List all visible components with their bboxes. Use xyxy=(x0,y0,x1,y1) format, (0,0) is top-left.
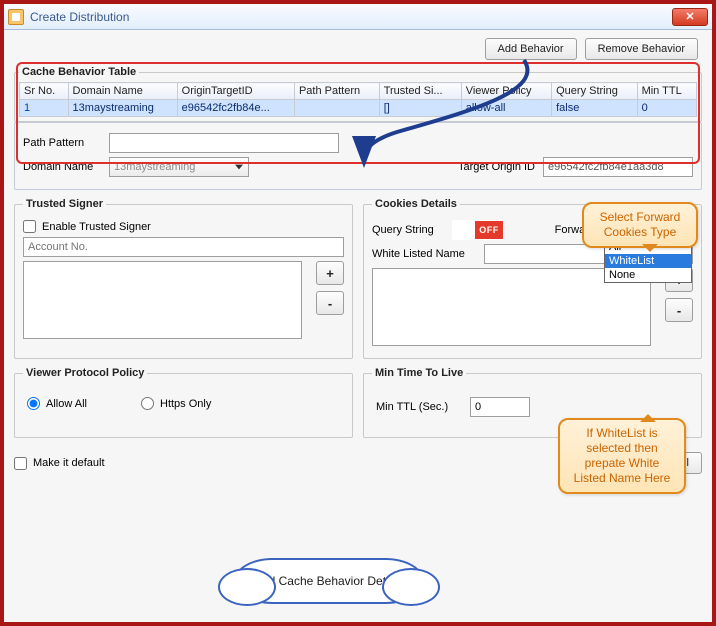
make-default-label: Make it default xyxy=(33,457,105,469)
domain-name-value: 13maystreaming xyxy=(114,161,195,173)
white-listed-remove-button[interactable]: - xyxy=(665,298,693,322)
viewer-protocol-policy-legend: Viewer Protocol Policy xyxy=(23,367,147,379)
col-viewer[interactable]: Viewer Policy xyxy=(461,83,551,100)
https-only-radio[interactable]: Https Only xyxy=(141,397,219,410)
path-domain-group: Path Pattern Domain Name 13maystreaming … xyxy=(14,122,702,190)
https-only-radio-input[interactable] xyxy=(141,397,154,410)
col-path[interactable]: Path Pattern xyxy=(294,83,379,100)
cell-query: false xyxy=(552,100,637,117)
col-srno[interactable]: Sr No. xyxy=(20,83,69,100)
cell-origin: e96542fc2fb84e... xyxy=(177,100,294,117)
allow-all-label: Allow All xyxy=(46,398,87,410)
account-no-input xyxy=(23,237,344,257)
query-string-toggle[interactable]: OFF xyxy=(452,220,504,240)
domain-name-label: Domain Name xyxy=(23,161,101,173)
make-default-checkbox[interactable]: Make it default xyxy=(14,457,105,470)
remove-behavior-button[interactable]: Remove Behavior xyxy=(585,38,698,60)
chevron-down-icon xyxy=(232,160,246,174)
col-domain[interactable]: Domain Name xyxy=(68,83,177,100)
col-minttl[interactable]: Min TTL xyxy=(637,83,696,100)
col-origin[interactable]: OriginTargetID xyxy=(177,83,294,100)
cache-behavior-table-legend: Cache Behavior Table xyxy=(19,66,139,78)
table-row[interactable]: 1 13maystreaming e96542fc2fb84e... [] al… xyxy=(20,100,697,117)
trusted-signer-remove-button[interactable]: - xyxy=(316,291,344,315)
add-behavior-button[interactable]: Add Behavior xyxy=(485,38,577,60)
title-bar: Create Distribution ✕ xyxy=(4,4,712,30)
enable-trusted-signer-label: Enable Trusted Signer xyxy=(42,221,151,233)
col-query[interactable]: Query String xyxy=(552,83,637,100)
window-title: Create Distribution xyxy=(30,10,129,24)
cell-trusted: [] xyxy=(379,100,461,117)
forward-option-none[interactable]: None xyxy=(605,268,691,282)
toggle-off-knob: OFF xyxy=(475,221,503,239)
app-icon xyxy=(8,9,24,25)
make-default-input[interactable] xyxy=(14,457,27,470)
enable-trusted-signer-checkbox[interactable]: Enable Trusted Signer xyxy=(23,220,151,233)
white-listed-name-label: White Listed Name xyxy=(372,248,476,260)
target-origin-label: Target Origin ID xyxy=(458,161,535,173)
trusted-signer-group: Trusted Signer Enable Trusted Signer + - xyxy=(14,198,353,359)
enable-trusted-signer-input[interactable] xyxy=(23,220,36,233)
cell-srno: 1 xyxy=(20,100,69,117)
cookies-details-legend: Cookies Details xyxy=(372,198,460,210)
annotation-callout-forward-cookies: Select Forward Cookies Type xyxy=(582,202,698,248)
trusted-signer-listbox[interactable] xyxy=(23,261,302,339)
trusted-signer-add-button[interactable]: + xyxy=(316,261,344,285)
https-only-label: Https Only xyxy=(160,398,211,410)
min-ttl-input[interactable] xyxy=(470,397,530,417)
path-pattern-input[interactable] xyxy=(109,133,339,153)
allow-all-radio-input[interactable] xyxy=(27,397,40,410)
annotation-callout-text: Select Forward Cookies Type xyxy=(600,210,681,239)
path-pattern-label: Path Pattern xyxy=(23,137,101,149)
table-header-row: Sr No. Domain Name OriginTargetID Path P… xyxy=(20,83,697,100)
annotation-cloud: Add Cache Behavior Details xyxy=(234,558,424,604)
trusted-signer-legend: Trusted Signer xyxy=(23,198,106,210)
annotation-callout-whitelist-hint: If WhiteList is selected then prepate Wh… xyxy=(558,418,686,494)
min-ttl-legend: Min Time To Live xyxy=(372,367,466,379)
viewer-protocol-policy-group: Viewer Protocol Policy Allow All Https O… xyxy=(14,367,353,438)
target-origin-id-field xyxy=(543,157,693,177)
domain-name-dropdown[interactable]: 13maystreaming xyxy=(109,157,249,177)
annotation-cloud-text: Add Cache Behavior Details xyxy=(254,574,404,588)
annotation-callout-text: If WhiteList is selected then prepate Wh… xyxy=(574,426,671,485)
cell-path xyxy=(294,100,379,117)
cell-viewer: allow-all xyxy=(461,100,551,117)
close-button[interactable]: ✕ xyxy=(672,8,708,26)
col-trusted[interactable]: Trusted Si... xyxy=(379,83,461,100)
create-distribution-window: Create Distribution ✕ Add Behavior Remov… xyxy=(4,4,712,622)
query-string-label: Query String xyxy=(372,224,444,236)
close-icon: ✕ xyxy=(685,10,694,23)
min-ttl-label: Min TTL (Sec.) xyxy=(376,401,462,413)
cache-behavior-table[interactable]: Sr No. Domain Name OriginTargetID Path P… xyxy=(19,82,697,117)
cell-minttl: 0 xyxy=(637,100,696,117)
cache-behavior-table-group: Cache Behavior Table Sr No. Domain Name … xyxy=(14,66,702,122)
cell-domain: 13maystreaming xyxy=(68,100,177,117)
content-area: Add Behavior Remove Behavior Cache Behav… xyxy=(4,30,712,622)
allow-all-radio[interactable]: Allow All xyxy=(27,397,105,410)
